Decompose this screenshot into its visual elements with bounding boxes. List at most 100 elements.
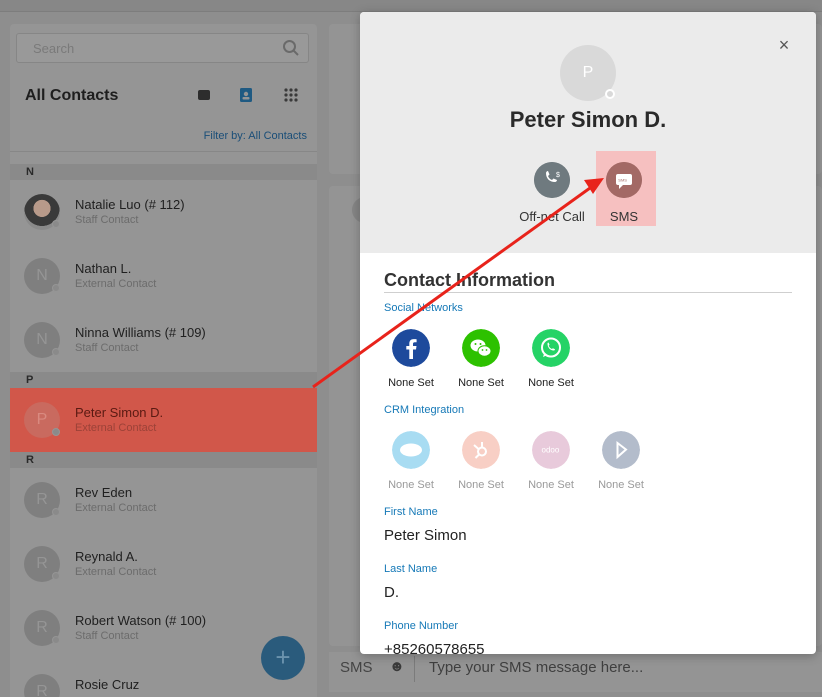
avatar: N	[24, 258, 60, 294]
action-label: SMS	[609, 209, 639, 224]
hubspot-icon	[462, 431, 500, 469]
search-placeholder: Search	[33, 41, 75, 56]
panel-title: All Contacts	[25, 87, 119, 104]
avatar: P	[24, 402, 60, 438]
avatar: R	[24, 546, 60, 582]
close-icon[interactable]: ×	[775, 36, 793, 54]
avatar-initial: R	[36, 491, 48, 508]
first-name-label: First Name	[384, 506, 438, 518]
dialpad-icon[interactable]	[282, 86, 300, 104]
contact-row[interactable]: R Rev Eden External Contact	[10, 468, 317, 532]
social-status: None Set	[458, 377, 504, 389]
avatar	[24, 194, 60, 230]
salesforce-link[interactable]: None Set	[381, 431, 441, 491]
last-name-value: D.	[384, 584, 399, 601]
crm-status: None Set	[528, 479, 574, 491]
sms-button[interactable]: SMS SMS	[584, 162, 664, 224]
odoo-link[interactable]: odoo None Set	[521, 431, 581, 491]
avatar: N	[24, 322, 60, 358]
status-dot	[605, 89, 615, 99]
status-dot	[52, 572, 60, 580]
avatar-initial: R	[36, 683, 48, 697]
contact-name: Robert Watson (# 100)	[75, 613, 207, 628]
phone-dollar-icon: $	[534, 162, 570, 198]
avatar-initial: P	[582, 64, 594, 81]
odoo-icon: odoo	[532, 431, 570, 469]
contact-type: Staff Contact	[75, 214, 139, 226]
section-header-n: N	[10, 164, 317, 180]
contact-name: Peter Simon D.	[75, 405, 164, 420]
phone-number-value: +85260578655	[384, 641, 485, 654]
crm-status: None Set	[458, 479, 504, 491]
avatar-initial: P	[36, 411, 48, 428]
crm-status: None Set	[388, 479, 434, 491]
emoji-icon[interactable]: ☻	[389, 658, 405, 675]
contact-type: External Contact	[75, 278, 157, 290]
dynamics-link[interactable]: None Set	[591, 431, 651, 491]
avatar: R	[24, 674, 60, 697]
contact-row[interactable]: R Reynald A. External Contact	[10, 532, 317, 596]
status-dot	[52, 636, 60, 644]
contact-type: External Contact	[75, 502, 157, 514]
section-header-r: R	[10, 452, 317, 468]
contact-name: Rosie Cruz	[75, 677, 140, 692]
contact-name: Natalie Luo (# 112)	[75, 197, 185, 212]
contacts-book-icon[interactable]	[237, 86, 255, 104]
avatar: R	[24, 610, 60, 646]
contact-row-selected[interactable]: P Peter Simon D. External Contact	[10, 388, 317, 452]
sms-channel-label[interactable]: SMS	[340, 659, 373, 676]
action-label: Off-net Call	[519, 209, 585, 224]
dynamics-icon	[602, 431, 640, 469]
status-dot	[52, 220, 60, 228]
sms-composer: SMS ☻ Type your SMS message here...	[329, 652, 822, 692]
last-name-label: Last Name	[384, 563, 438, 575]
contact-name: Nathan L.	[75, 261, 132, 276]
filter-link[interactable]: Filter by: All Contacts	[204, 130, 307, 142]
facebook-link[interactable]: None Set	[381, 329, 441, 389]
chat-icon[interactable]	[195, 86, 213, 104]
svg-text:SMS: SMS	[618, 178, 627, 183]
social-status: None Set	[388, 377, 434, 389]
crm-integration-label: CRM Integration	[384, 404, 465, 416]
sms-message-input[interactable]: Type your SMS message here...	[429, 659, 643, 676]
contact-avatar: P	[560, 45, 616, 101]
hubspot-link[interactable]: None Set	[451, 431, 511, 491]
section-header-p: P	[10, 372, 317, 388]
contact-type: Staff Contact	[75, 630, 139, 642]
add-contact-button[interactable]: +	[261, 636, 305, 680]
contact-info-title: Contact Information	[384, 270, 555, 290]
contact-full-name: Peter Simon D.	[509, 107, 667, 132]
first-name-value: Peter Simon	[384, 527, 467, 544]
avatar-initial: N	[36, 267, 48, 284]
social-status: None Set	[528, 377, 574, 389]
contact-name: Rev Eden	[75, 485, 133, 500]
svg-text:odoo: odoo	[542, 446, 560, 455]
contact-row[interactable]: N Ninna Williams (# 109) Staff Contact	[10, 308, 317, 372]
avatar-initial: N	[36, 331, 48, 348]
contact-type: External Contact	[75, 566, 157, 578]
facebook-icon	[392, 329, 430, 367]
search-icon[interactable]	[282, 39, 300, 57]
whatsapp-icon	[532, 329, 570, 367]
divider	[414, 656, 415, 682]
contact-details-modal: × P Peter Simon D. $ Off-net Call SMS SM…	[360, 12, 816, 654]
contacts-panel: Search All Contacts Filter by: All Conta…	[10, 24, 317, 697]
search-input[interactable]: Search	[16, 33, 309, 63]
divider	[384, 292, 792, 293]
salesforce-icon	[392, 431, 430, 469]
wechat-icon	[462, 329, 500, 367]
contact-row[interactable]: N Nathan L. External Contact	[10, 244, 317, 308]
off-net-call-button[interactable]: $ Off-net Call	[512, 162, 592, 224]
social-networks-label: Social Networks	[384, 302, 463, 314]
crm-status: None Set	[598, 479, 644, 491]
status-dot	[52, 284, 60, 292]
contact-type: External Contact	[75, 422, 157, 434]
divider	[10, 151, 317, 152]
contact-type: Staff Contact	[75, 342, 139, 354]
wechat-link[interactable]: None Set	[451, 329, 511, 389]
contact-row[interactable]: Natalie Luo (# 112) Staff Contact	[10, 180, 317, 244]
avatar-initial: R	[36, 619, 48, 636]
avatar: R	[24, 482, 60, 518]
status-dot	[52, 508, 60, 516]
whatsapp-link[interactable]: None Set	[521, 329, 581, 389]
